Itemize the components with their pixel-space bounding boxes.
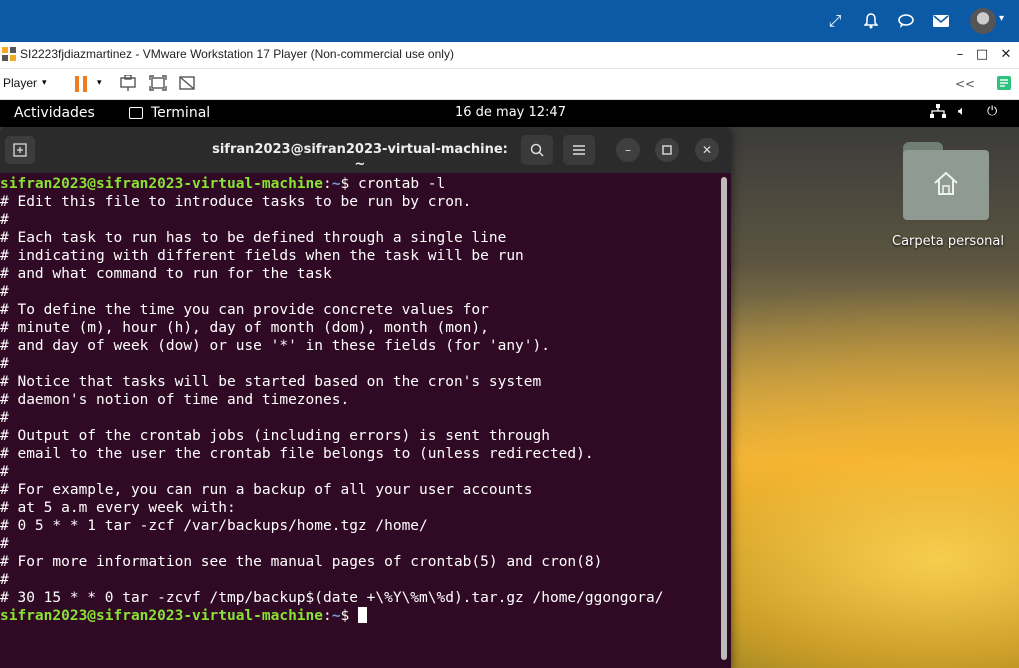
expand-icon[interactable]: ⤢ [824,10,846,32]
minimize-button[interactable]: – [950,45,970,65]
hamburger-icon [573,145,585,155]
chat-icon[interactable] [895,10,917,32]
output-line: # To define the time you can provide con… [0,302,489,318]
network-icon[interactable] [930,104,946,122]
prompt-line: sifran2023@sifran2023-virtual-machine:~$… [0,176,446,192]
output-line: # [0,572,9,588]
app-menu-terminal[interactable]: Terminal [151,105,210,121]
clock[interactable]: 16 de may 12:47 [455,105,566,120]
output-line: # [0,536,9,552]
terminal-close-button[interactable]: ✕ [695,138,719,162]
output-line: # daemon's notion of time and timezones. [0,392,350,408]
vm-title-bar: SI2223fjdiazmartinez - VMware Workstatio… [0,42,1019,69]
chevron-down-icon[interactable]: ▾ [42,78,47,88]
send-ctrl-alt-del-icon[interactable] [118,74,138,93]
fullscreen-icon[interactable] [148,75,168,93]
notes-icon[interactable] [994,75,1014,93]
menu-button[interactable] [563,135,595,165]
prompt-user: sifran2023@sifran2023-virtual-machine [0,176,324,192]
output-line: # [0,356,9,372]
back-button[interactable]: << [955,75,975,93]
prompt-user: sifran2023@sifran2023-virtual-machine [0,608,324,624]
activities-button[interactable]: Actividades [14,105,95,121]
terminal-output[interactable]: sifran2023@sifran2023-virtual-machine:~$… [0,175,718,668]
chevron-down-icon[interactable]: ▾ [999,13,1004,24]
output-line: # indicating with different fields when … [0,248,524,264]
vm-toolbar: Player ▾ ▾ << [0,69,1019,100]
avatar[interactable] [970,8,996,34]
terminal-minimize-button[interactable]: – [616,138,640,162]
output-line: # Output of the crontab jobs (including … [0,428,550,444]
output-line: # For example, you can run a backup of a… [0,482,533,498]
output-line: # and day of week (dow) or use '*' in th… [0,338,550,354]
host-top-bar: ⤢ ▾ [0,0,1019,42]
maximize-button[interactable]: □ [972,45,992,65]
home-folder-icon[interactable] [903,142,989,220]
power-icon[interactable]: ⏻ [987,104,997,119]
home-folder-label[interactable]: Carpeta personal [888,234,1008,249]
terminal-icon [129,107,143,119]
pause-icon[interactable] [75,76,89,92]
terminal-maximize-button[interactable] [655,138,679,162]
search-icon [530,143,544,157]
terminal-title: sifran2023@sifran2023-virtual-machine: ~ [212,142,508,172]
output-line: # minute (m), hour (h), day of month (do… [0,320,489,336]
output-line: # Edit this file to introduce tasks to b… [0,194,472,210]
terminal-header-bar[interactable]: sifran2023@sifran2023-virtual-machine: ~… [0,127,731,173]
prompt-path: ~ [331,176,341,192]
terminal-scrollbar[interactable] [721,177,727,660]
prompt-line[interactable]: sifran2023@sifran2023-virtual-machine:~$ [0,607,367,625]
output-line: # [0,212,9,228]
player-menu[interactable]: Player [3,76,37,90]
gnome-top-bar: Actividades Terminal 16 de may 12:47 🔈︎ … [0,100,1019,127]
close-button[interactable]: ✕ [996,45,1016,65]
output-line: # and what command to run for the task [0,266,332,282]
output-line: # [0,284,9,300]
vm-window-title: SI2223fjdiazmartinez - VMware Workstatio… [20,47,454,61]
home-icon [931,168,961,198]
search-button[interactable] [521,135,553,165]
chevron-down-icon[interactable]: ▾ [97,78,102,88]
unity-icon[interactable] [177,75,197,93]
bell-icon[interactable] [860,10,882,32]
output-line: # email to the user the crontab file bel… [0,446,594,462]
output-line: # Notice that tasks will be started base… [0,374,542,390]
new-tab-button[interactable] [5,136,35,164]
output-line: # at 5 a.m every week with: [0,500,236,516]
prompt-path: ~ [331,608,341,624]
vmware-logo-icon [2,47,16,61]
output-line: # 0 5 * * 1 tar -zcf /var/backups/home.t… [0,518,428,534]
volume-icon[interactable]: 🔈︎ [958,104,966,119]
output-line: # For more information see the manual pa… [0,554,603,570]
terminal-window[interactable]: sifran2023@sifran2023-virtual-machine: ~… [0,127,731,668]
text-cursor [357,607,367,623]
output-line: # Each task to run has to be defined thr… [0,230,507,246]
output-line: # [0,464,9,480]
mail-icon[interactable] [930,10,952,32]
output-line: # [0,410,9,426]
command-text: crontab -l [357,176,446,192]
output-line: # 30 15 * * 0 tar -zcvf /tmp/backup$(dat… [0,590,664,606]
